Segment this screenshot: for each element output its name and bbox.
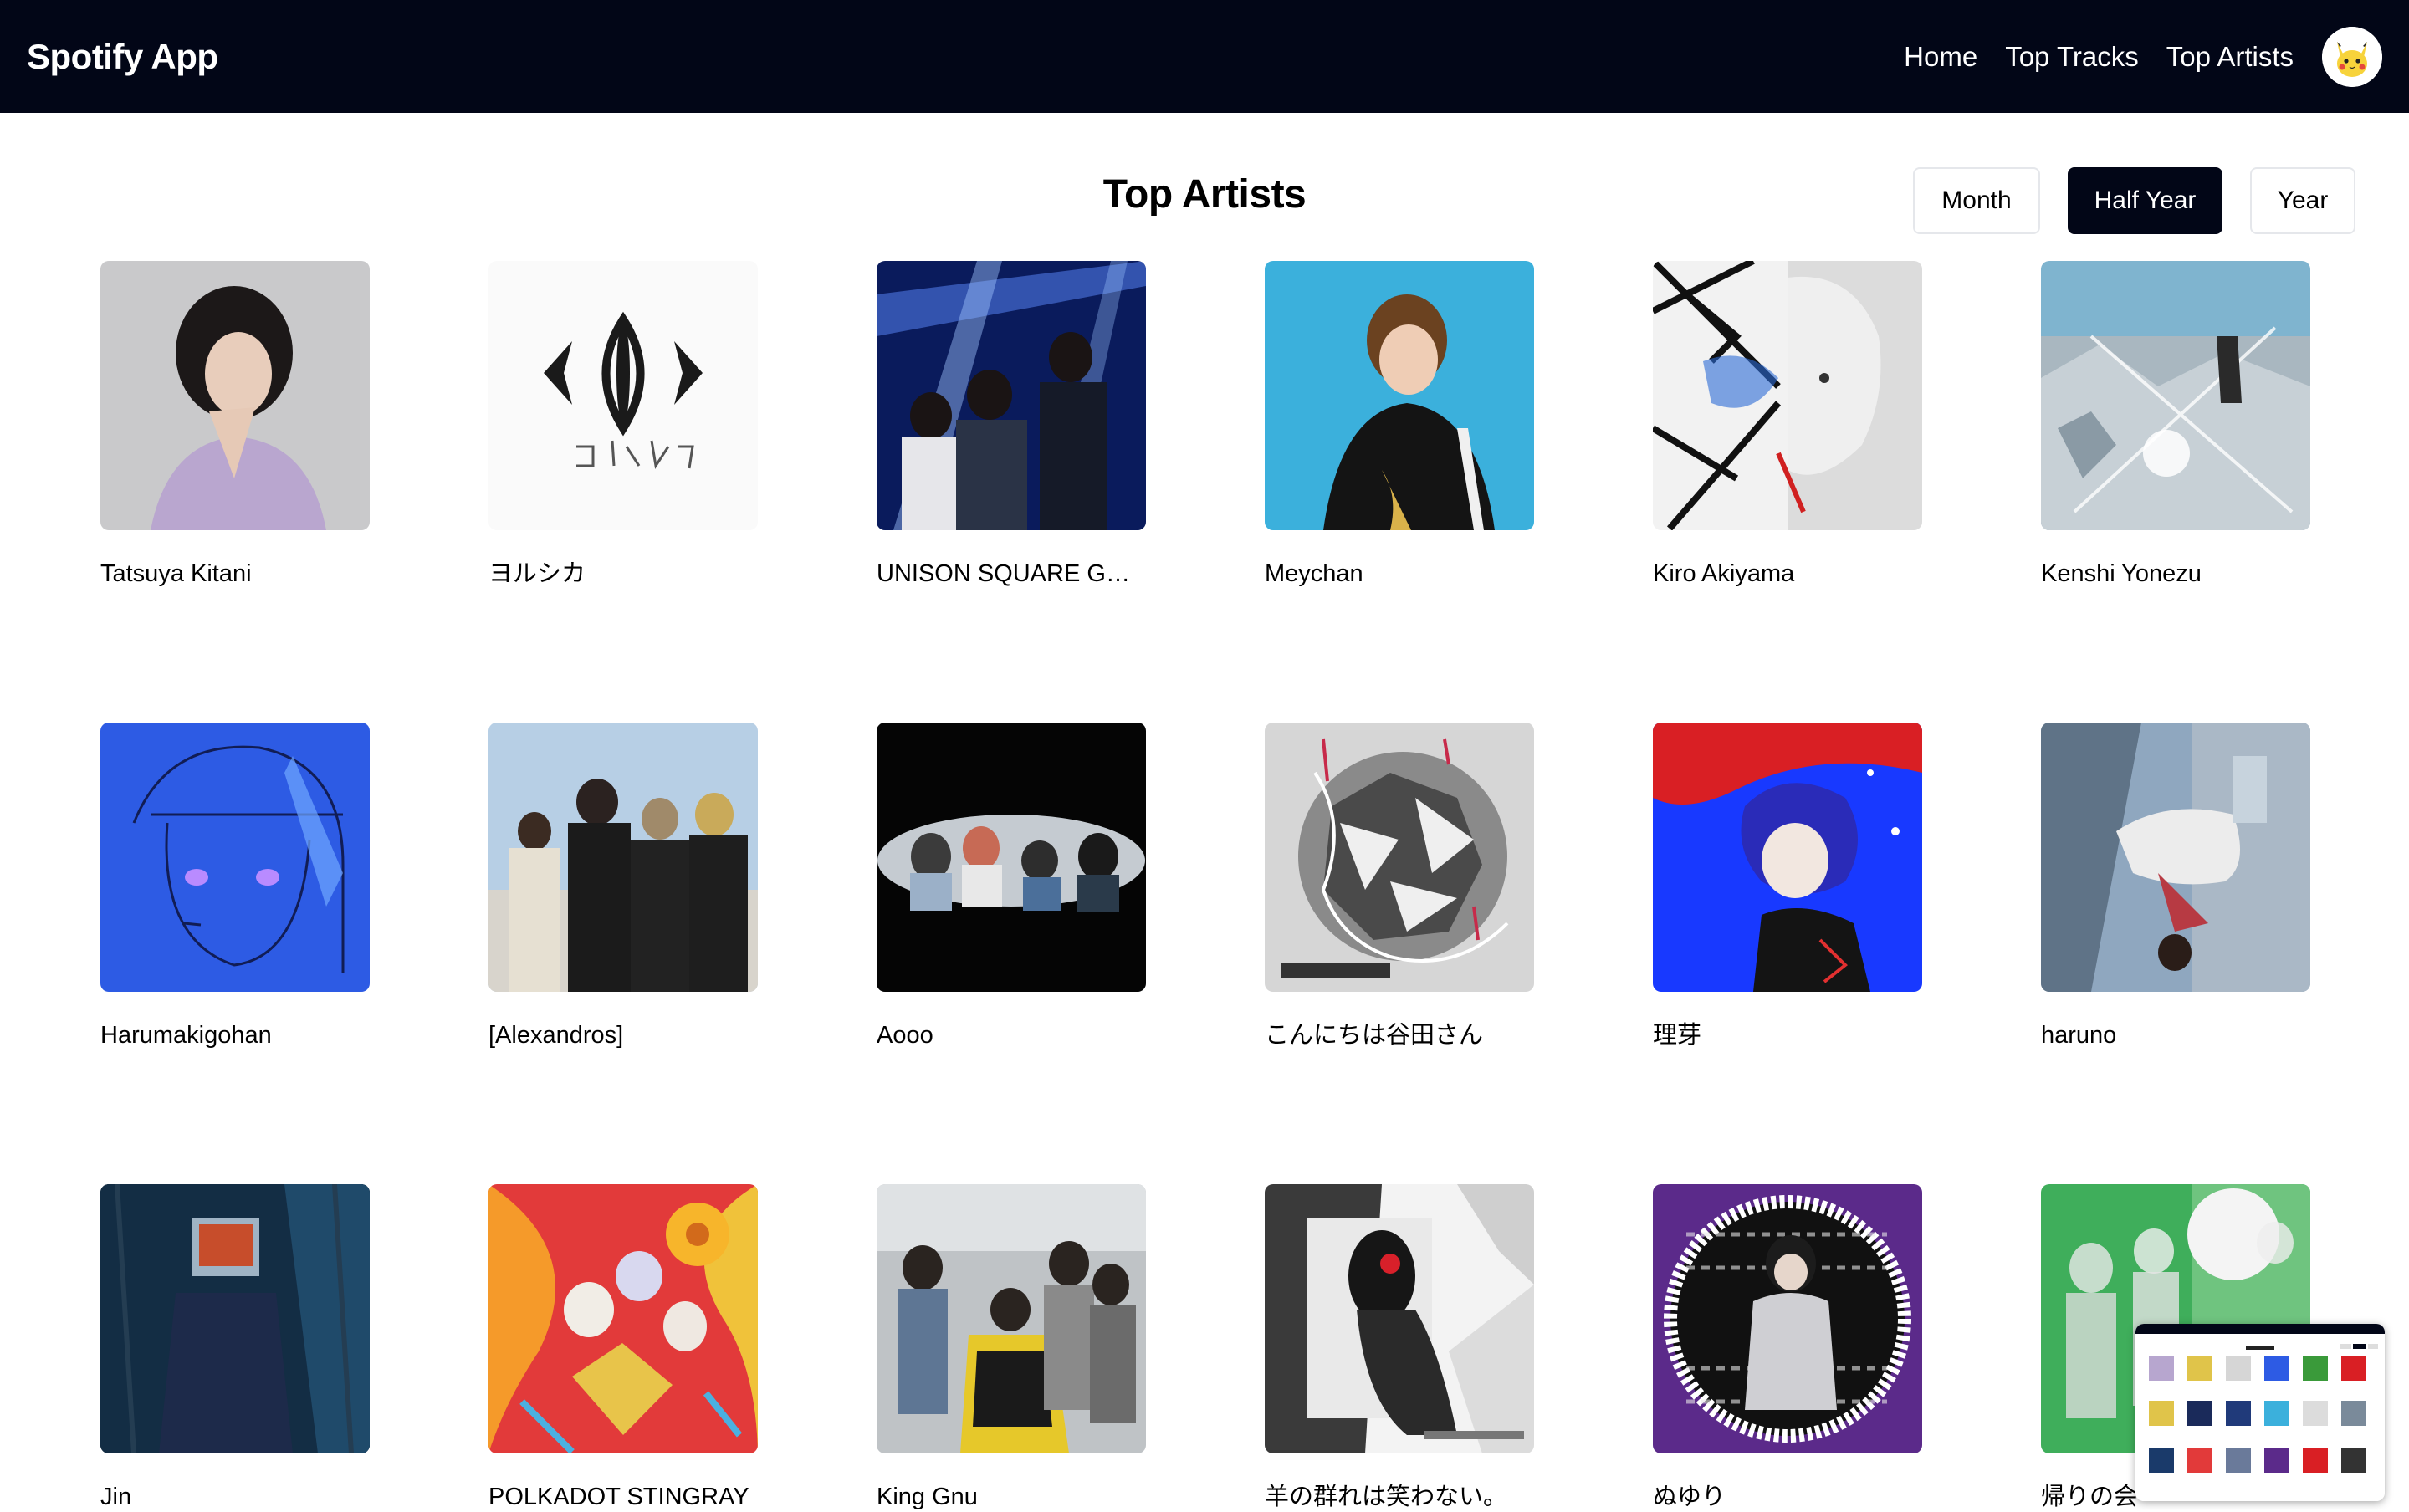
user-avatar[interactable] bbox=[2322, 26, 2382, 87]
artist-card[interactable]: UNISON SQUARE GAR... bbox=[877, 261, 1146, 589]
artist-card[interactable]: ぬゆり bbox=[1653, 1184, 1922, 1512]
artist-image bbox=[2041, 261, 2310, 530]
artist-card[interactable]: Jin bbox=[100, 1184, 370, 1512]
artist-image bbox=[1265, 723, 1534, 992]
artist-image bbox=[488, 261, 758, 530]
pikachu-avatar-icon bbox=[2322, 26, 2382, 87]
artist-card[interactable]: 理芽 bbox=[1653, 723, 1922, 1050]
artist-card[interactable]: King Gnu bbox=[877, 1184, 1146, 1512]
artist-image bbox=[2041, 723, 2310, 992]
screenshot-preview-thumbnail[interactable] bbox=[2135, 1324, 2385, 1501]
artist-image bbox=[1653, 1184, 1922, 1453]
artist-name: Aooo bbox=[877, 1022, 933, 1049]
artist-card[interactable]: [Alexandros] bbox=[488, 723, 758, 1050]
artist-image bbox=[1653, 723, 1922, 992]
artist-name: 羊の群れは笑わない。 bbox=[1265, 1484, 1508, 1510]
artist-name: [Alexandros] bbox=[488, 1022, 624, 1049]
artist-card[interactable]: 羊の群れは笑わない。 bbox=[1265, 1184, 1534, 1512]
artist-name: Jin bbox=[100, 1484, 132, 1510]
artist-name: Kenshi Yonezu bbox=[2041, 560, 2202, 587]
range-half-year-button[interactable]: Half Year bbox=[2068, 167, 2222, 234]
navbar: Spotify App Home Top Tracks Top Artists bbox=[0, 0, 2409, 113]
artist-name: Tatsuya Kitani bbox=[100, 560, 252, 587]
artist-name: Meychan bbox=[1265, 560, 1363, 587]
artist-image bbox=[488, 723, 758, 992]
artist-card[interactable]: Kiro Akiyama bbox=[1653, 261, 1922, 589]
nav-link-top-artists[interactable]: Top Artists bbox=[2166, 40, 2294, 74]
artist-name: Harumakigohan bbox=[100, 1022, 272, 1049]
artist-card[interactable]: Kenshi Yonezu bbox=[2041, 261, 2310, 589]
artist-name: 理芽 bbox=[1653, 1022, 1702, 1049]
artist-image bbox=[488, 1184, 758, 1453]
artist-name: Kiro Akiyama bbox=[1653, 560, 1795, 587]
artist-name: POLKADOT STINGRAY bbox=[488, 1484, 749, 1510]
artist-image bbox=[1265, 1184, 1534, 1453]
artist-image bbox=[877, 723, 1146, 992]
range-year-button[interactable]: Year bbox=[2250, 167, 2355, 234]
artist-name: King Gnu bbox=[877, 1484, 978, 1510]
brand-title[interactable]: Spotify App bbox=[27, 33, 218, 80]
nav-links: Home Top Tracks Top Artists bbox=[1904, 0, 2409, 113]
artist-card[interactable]: Aooo bbox=[877, 723, 1146, 1050]
artist-card[interactable]: Tatsuya Kitani bbox=[100, 261, 370, 589]
artist-name: haruno bbox=[2041, 1022, 2117, 1049]
range-month-button[interactable]: Month bbox=[1913, 167, 2040, 234]
page-title: Top Artists bbox=[1102, 172, 1307, 217]
nav-link-home[interactable]: Home bbox=[1904, 40, 1977, 74]
preview-image bbox=[2135, 1324, 2385, 1501]
artist-name: こんにちは谷田さん bbox=[1265, 1022, 1484, 1049]
nav-link-top-tracks[interactable]: Top Tracks bbox=[2005, 40, 2139, 74]
artist-image bbox=[877, 1184, 1146, 1453]
artist-image bbox=[877, 261, 1146, 530]
artist-card[interactable]: ヨルシカ bbox=[488, 261, 758, 589]
artist-card[interactable]: こんにちは谷田さん bbox=[1265, 723, 1534, 1050]
artist-image bbox=[100, 261, 370, 530]
artist-name: UNISON SQUARE GAR... bbox=[877, 560, 1146, 587]
artist-card[interactable]: POLKADOT STINGRAY bbox=[488, 1184, 758, 1512]
artist-image bbox=[1265, 261, 1534, 530]
artist-name: ヨルシカ bbox=[488, 560, 586, 587]
artist-image bbox=[100, 1184, 370, 1453]
artist-card[interactable]: Harumakigohan bbox=[100, 723, 370, 1050]
artist-name: ぬゆり bbox=[1653, 1484, 1726, 1510]
artist-card[interactable]: Meychan bbox=[1265, 261, 1534, 589]
artist-image bbox=[1653, 261, 1922, 530]
artist-image bbox=[100, 723, 370, 992]
artist-card[interactable]: haruno bbox=[2041, 723, 2310, 1050]
